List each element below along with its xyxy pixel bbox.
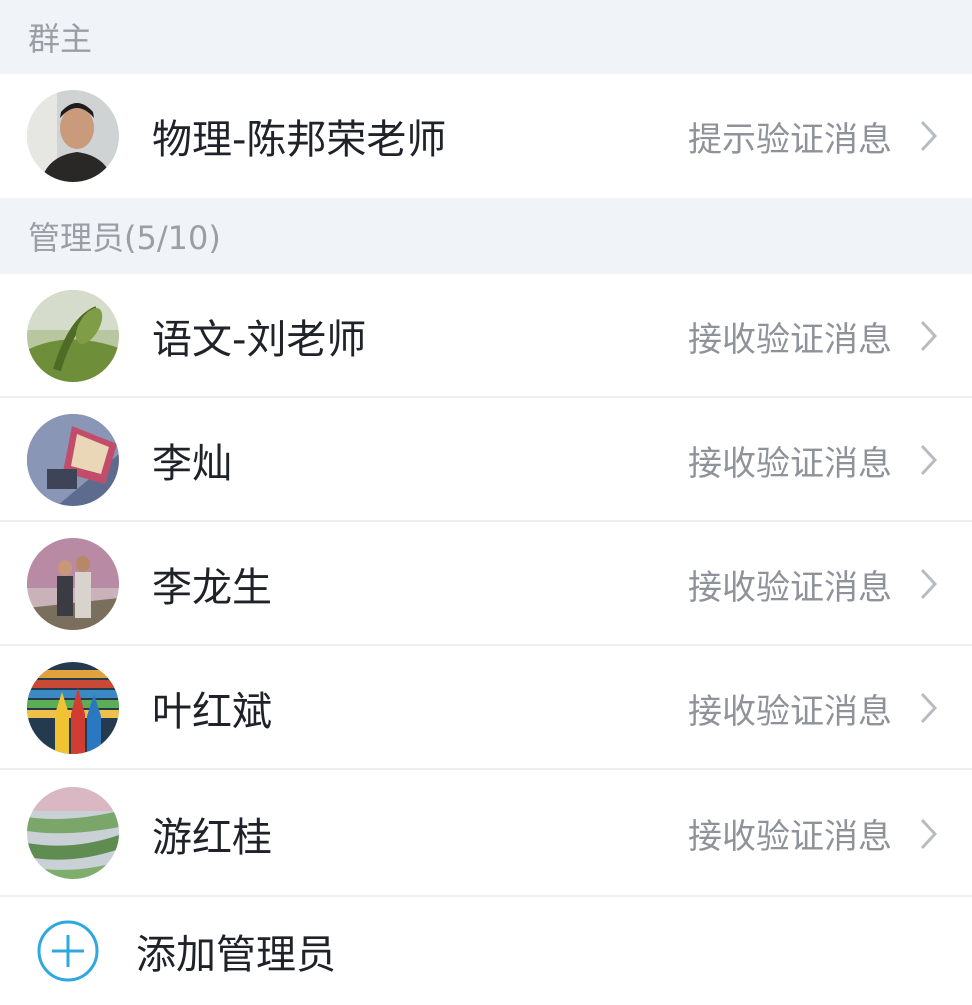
chevron-right-icon [918, 319, 940, 353]
avatar [27, 662, 119, 754]
chevron-right-icon [918, 567, 940, 601]
chevron-right-icon [918, 119, 940, 153]
verification-status: 接收验证消息 [688, 817, 892, 857]
avatar [27, 414, 119, 506]
admin-row[interactable]: 李灿 接收验证消息 [0, 398, 972, 522]
admin-section-title: 管理员(5/10) [28, 219, 221, 257]
admin-row[interactable]: 语文-刘老师 接收验证消息 [0, 274, 972, 398]
admin-row[interactable]: 游红桂 接收验证消息 [0, 770, 972, 897]
avatar [27, 538, 119, 630]
admin-row[interactable]: 叶红斌 接收验证消息 [0, 646, 972, 770]
verification-status: 接收验证消息 [688, 443, 892, 484]
member-name: 李灿 [152, 441, 232, 487]
plus-circle-icon [36, 919, 100, 983]
member-name: 物理-陈邦荣老师 [152, 117, 447, 163]
group-admin-page: 群主 物理-陈邦荣老师 提示验证消息 管理员(5/10) 语文-刘老师 接收验证… [0, 0, 972, 1005]
verification-status: 接收验证消息 [688, 567, 892, 608]
verification-status: 接收验证消息 [688, 319, 892, 360]
member-name: 李龙生 [152, 565, 272, 611]
admin-section-header: 管理员(5/10) [0, 198, 972, 274]
avatar [27, 90, 119, 182]
member-name: 语文-刘老师 [152, 317, 367, 363]
admin-row[interactable]: 李龙生 接收验证消息 [0, 522, 972, 646]
chevron-right-icon [918, 691, 940, 725]
add-admin-button[interactable]: 添加管理员 [0, 897, 972, 1005]
avatar [27, 787, 119, 879]
chevron-right-icon [918, 817, 940, 851]
owner-row[interactable]: 物理-陈邦荣老师 提示验证消息 [0, 74, 972, 198]
chevron-right-icon [918, 443, 940, 477]
verification-status: 接收验证消息 [688, 691, 892, 732]
owner-section-header: 群主 [0, 0, 972, 74]
owner-section-title: 群主 [28, 20, 93, 58]
member-name: 游红桂 [152, 814, 272, 861]
member-name: 叶红斌 [152, 689, 272, 735]
avatar [27, 290, 119, 382]
add-admin-label: 添加管理员 [136, 932, 336, 978]
verification-status: 提示验证消息 [688, 119, 892, 160]
